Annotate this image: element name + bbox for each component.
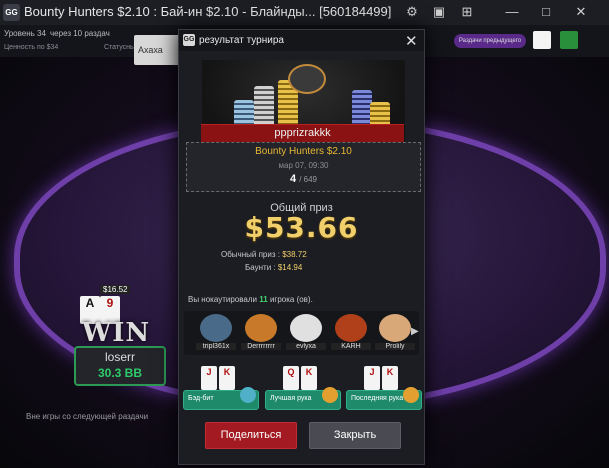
badge-bar: Последняя рука — [346, 387, 422, 410]
badge-card: K — [219, 366, 235, 390]
finish-place: 4 / 649 — [187, 173, 420, 185]
gear-icon[interactable]: ⚙ — [403, 3, 421, 21]
dialog-header: GG результат турнира ✕ — [179, 30, 424, 51]
app-logo: GG — [3, 4, 20, 21]
player-name: loserr — [104, 350, 135, 364]
badge-card: K — [382, 366, 398, 390]
regular-prize-row: Обычный приз : $38.72 — [221, 250, 307, 259]
knockout-count: 11 — [259, 295, 268, 304]
badge-card: K — [301, 366, 317, 390]
dealer-icon[interactable] — [560, 31, 578, 49]
badbeat-badge[interactable]: J K Бэд-бит — [183, 366, 259, 412]
place-total: / 649 — [299, 175, 317, 184]
emoji-icon — [240, 387, 256, 403]
knocked-player-name: tripl361x — [196, 343, 236, 350]
knockout-prefix: Вы нокаутировали — [188, 295, 257, 304]
knocked-player-name: evlyxa — [286, 343, 326, 350]
knocked-players-carousel: tripl361x Derrrrrrrr evlyxa KARH Prolily — [184, 311, 419, 355]
knocked-player[interactable]: tripl361x — [196, 314, 236, 354]
avatar — [290, 314, 322, 342]
app-logo-icon: GG — [183, 34, 195, 46]
avatar — [200, 314, 232, 342]
sitout-checkbox-label[interactable]: Вне игры со следующей раздачи — [26, 412, 148, 421]
prize-amount: $53.66 — [244, 211, 359, 244]
tournament-ticket: Bounty Hunters $2.10 мар 07, 09:30 4 / 6… — [186, 142, 421, 192]
badge-bar: Бэд-бит — [183, 387, 259, 410]
minimize-to-tray-icon[interactable]: ▣ — [430, 3, 448, 21]
knocked-player[interactable]: evlyxa — [286, 314, 326, 354]
avatar — [379, 314, 411, 342]
regular-prize-value: $38.72 — [282, 250, 307, 259]
player-seat[interactable]: loserr 30.3 BB — [74, 346, 166, 386]
level-label: Уровень 34 — [4, 29, 46, 38]
cards-icon[interactable] — [533, 31, 551, 49]
knocked-player-name: Derrrrrrrr — [241, 343, 281, 350]
bounty-label: Баунти : — [245, 263, 276, 272]
knocked-player[interactable]: Prolily — [375, 314, 415, 354]
best-hand-badge[interactable]: Q K Лучшая рука — [265, 366, 341, 412]
close-icon[interactable]: ✕ — [572, 3, 590, 21]
avatar — [335, 314, 367, 342]
regular-prize-label: Обычный приз : — [221, 250, 280, 259]
bounty-row: Баунти : $14.94 — [245, 263, 302, 272]
restore-icon[interactable]: □ — [537, 3, 555, 21]
dialog-title: результат турнира — [199, 35, 284, 46]
chevron-right-icon[interactable]: ▶ — [411, 326, 419, 337]
badge-label: Последняя рука — [351, 395, 404, 402]
window-title: Bounty Hunters $2.10 : Бай-ин $2.10 - Бл… — [24, 4, 392, 19]
win-label: WIN — [82, 318, 151, 348]
badge-card: J — [364, 366, 380, 390]
tournament-result-dialog: GG результат турнира ✕ ppprizrakkk Bount… — [178, 29, 425, 465]
bet-amount: $16.52 — [100, 285, 131, 294]
winner-name: ppprizrakkk — [274, 127, 331, 139]
knocked-player-name: Prolily — [375, 343, 415, 350]
badge-label: Лучшая рука — [270, 395, 312, 402]
hand-history-pill[interactable]: Раздачи предыдущего — [454, 34, 526, 48]
knocked-player[interactable]: KARH — [331, 314, 371, 354]
player-stack: 30.3 BB — [97, 366, 143, 380]
window-titlebar: GG Bounty Hunters $2.10 : Бай-ин $2.10 -… — [0, 0, 609, 25]
badge-bar: Лучшая рука — [265, 387, 341, 410]
tournament-date: мар 07, 09:30 — [278, 161, 329, 170]
knocked-player[interactable]: Derrrrrrrr — [241, 314, 281, 354]
winner-banner: ppprizrakkk — [201, 124, 404, 143]
badge-card: Q — [283, 366, 299, 390]
place-number: 4 — [290, 173, 297, 185]
bounty-value: $14.94 — [277, 263, 303, 272]
emoji-icon — [403, 387, 419, 403]
emoji-icon — [322, 387, 338, 403]
badge-label: Бэд-бит — [188, 395, 214, 402]
next-level-label: через 10 раздач — [50, 29, 110, 38]
tournament-name: Bounty Hunters $2.10 — [255, 146, 352, 157]
badge-card: J — [201, 366, 217, 390]
avatar — [245, 314, 277, 342]
knocked-player-name: KARH — [331, 343, 371, 350]
chat-bubble: Ахаха — [134, 35, 182, 65]
knockout-suffix: игрока (ов). — [269, 295, 313, 304]
tile-icon[interactable]: ⊞ — [458, 3, 476, 21]
close-icon[interactable]: ✕ — [405, 32, 418, 50]
close-button[interactable]: Закрыть — [309, 422, 401, 449]
minimize-icon[interactable]: — — [503, 3, 521, 21]
last-hand-badge[interactable]: J K Последняя рука — [346, 366, 422, 412]
info-line-a: Ценность по $34 — [4, 44, 59, 51]
share-button[interactable]: Поделиться — [205, 422, 297, 449]
knockout-summary: Вы нокаутировали 11 игрока (ов). — [188, 295, 313, 304]
